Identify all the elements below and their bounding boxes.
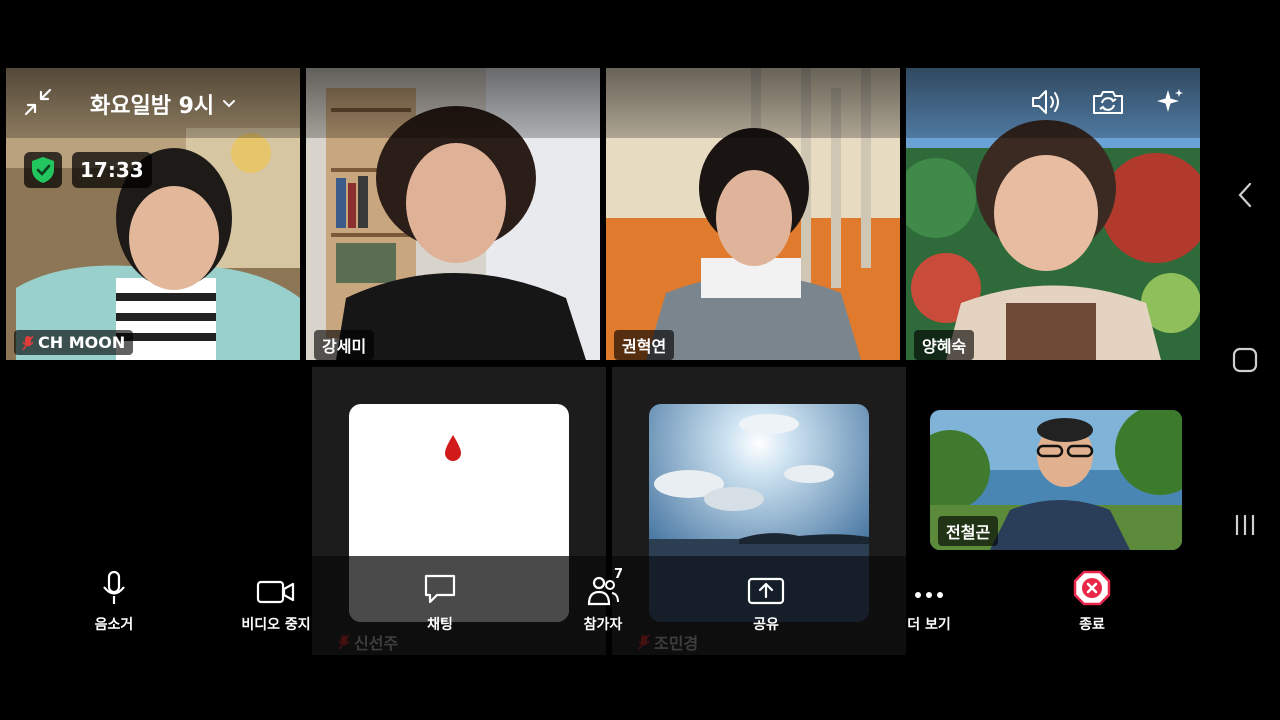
more-button[interactable]: 더 보기 <box>869 566 989 646</box>
end-label: 종료 <box>1079 617 1105 633</box>
switch-camera-icon <box>1093 91 1123 114</box>
shield-check-icon <box>32 157 54 183</box>
system-back-button[interactable] <box>1225 175 1265 215</box>
participant-name: 양혜숙 <box>922 337 967 356</box>
blood-drop-icon <box>445 435 461 461</box>
video-camera-icon <box>256 580 295 604</box>
chat-button[interactable]: 채팅 <box>380 566 500 646</box>
security-badge[interactable] <box>24 152 62 188</box>
participants-count-badge: 7 <box>614 567 624 582</box>
share-button[interactable]: 공유 <box>706 566 826 646</box>
chat-label: 채팅 <box>427 617 453 633</box>
speaker-icon <box>1032 90 1059 114</box>
mic-off-icon <box>22 335 34 350</box>
share-screen-icon <box>747 577 785 605</box>
participants-label: 참가자 <box>583 617 623 633</box>
participant-name: 강세미 <box>322 337 367 356</box>
end-meeting-button[interactable]: 종료 <box>1032 566 1152 646</box>
participant-name-tag: 전철곤 <box>938 516 999 546</box>
more-dots-icon <box>915 592 943 598</box>
system-recents-button[interactable] <box>1225 505 1265 545</box>
share-label: 공유 <box>753 617 779 633</box>
stop-video-label: 비디오 중지 <box>241 617 311 633</box>
participant-name: 권혁연 <box>622 337 667 356</box>
mute-label: 음소거 <box>94 617 134 633</box>
effects-button[interactable] <box>1150 84 1190 120</box>
minimize-icon <box>24 88 52 116</box>
self-view-tile[interactable]: 전철곤 <box>930 410 1182 550</box>
system-home-button[interactable] <box>1225 340 1265 380</box>
participant-name-tag: 양혜숙 <box>914 330 975 360</box>
meeting-title-dropdown[interactable]: 화요일밤 9시 <box>90 88 236 120</box>
chat-bubble-icon <box>424 574 456 604</box>
minimize-button[interactable] <box>20 84 56 120</box>
stop-video-button[interactable]: 비디오 중지 <box>216 566 336 646</box>
participant-name-tag: CH MOON <box>14 330 134 355</box>
speaker-button[interactable] <box>1026 84 1066 120</box>
participants-button[interactable]: 참가자 <box>543 566 663 646</box>
participant-name: CH MOON <box>38 333 126 352</box>
recents-icon <box>1235 515 1255 535</box>
end-meeting-icon <box>1073 570 1111 606</box>
participant-name-tag: 권혁연 <box>614 330 675 360</box>
participant-name-tag: 강세미 <box>314 330 375 360</box>
meeting-timer: 17:33 <box>72 152 152 188</box>
participant-name: 전철곤 <box>946 523 991 542</box>
switch-camera-button[interactable] <box>1088 84 1128 120</box>
home-square-icon <box>1232 347 1258 373</box>
mute-button[interactable]: 음소거 <box>54 566 174 646</box>
sparkle-icon <box>1157 89 1183 112</box>
chevron-down-icon <box>223 100 236 108</box>
meeting-title: 화요일밤 9시 <box>90 94 215 119</box>
more-label: 더 보기 <box>907 617 951 633</box>
back-chevron-icon <box>1238 182 1252 208</box>
microphone-icon <box>103 570 125 604</box>
